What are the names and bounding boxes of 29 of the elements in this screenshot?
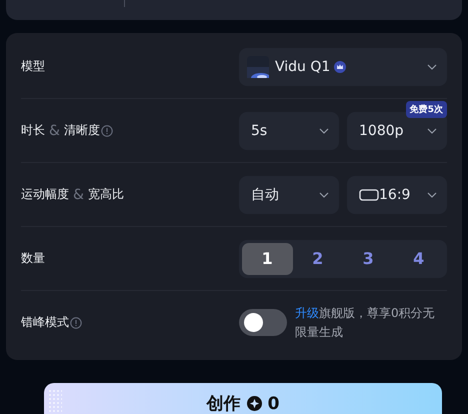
setting-label: 运动幅度 [21,186,69,203]
count-option[interactable]: 4 [394,242,444,274]
setting-label: 数量 [21,250,45,267]
count-option[interactable]: 1 [242,242,292,274]
setting-label: 宽高比 [88,186,124,203]
coin-icon [246,396,262,411]
count-option[interactable]: 2 [292,242,343,274]
upgrade-link[interactable]: 升级 [295,306,319,320]
setting-label: 错峰模式 [21,314,69,331]
setting-label: 模型 [21,58,45,75]
dropdown-select[interactable]: 5s [239,112,339,150]
free-badge: 免费5次 [406,100,447,118]
chevron-down-icon [319,128,329,134]
dropdown-select[interactable]: 自动 [239,176,339,214]
chevron-down-icon [427,64,437,70]
cost-value: 0 [268,394,280,414]
count-option[interactable]: 3 [343,242,394,274]
chevron-down-icon [319,192,329,198]
chevron-down-icon [427,128,437,134]
setting-label: & [49,122,60,138]
chevron-down-icon [427,192,437,198]
dropdown-select[interactable]: 16:9 [347,176,447,214]
setting-label: 时长 [21,122,45,139]
toggle-switch[interactable] [239,309,287,336]
setting-label: 清晰度 [64,122,100,139]
model-select[interactable]: Vidu Q1 [239,48,447,86]
create-button[interactable]: 创作 0 [44,383,442,414]
upgrade-note: 升级旗舰版，尊享0积分无限量生成 [295,304,436,340]
setting-label: & [73,186,84,202]
